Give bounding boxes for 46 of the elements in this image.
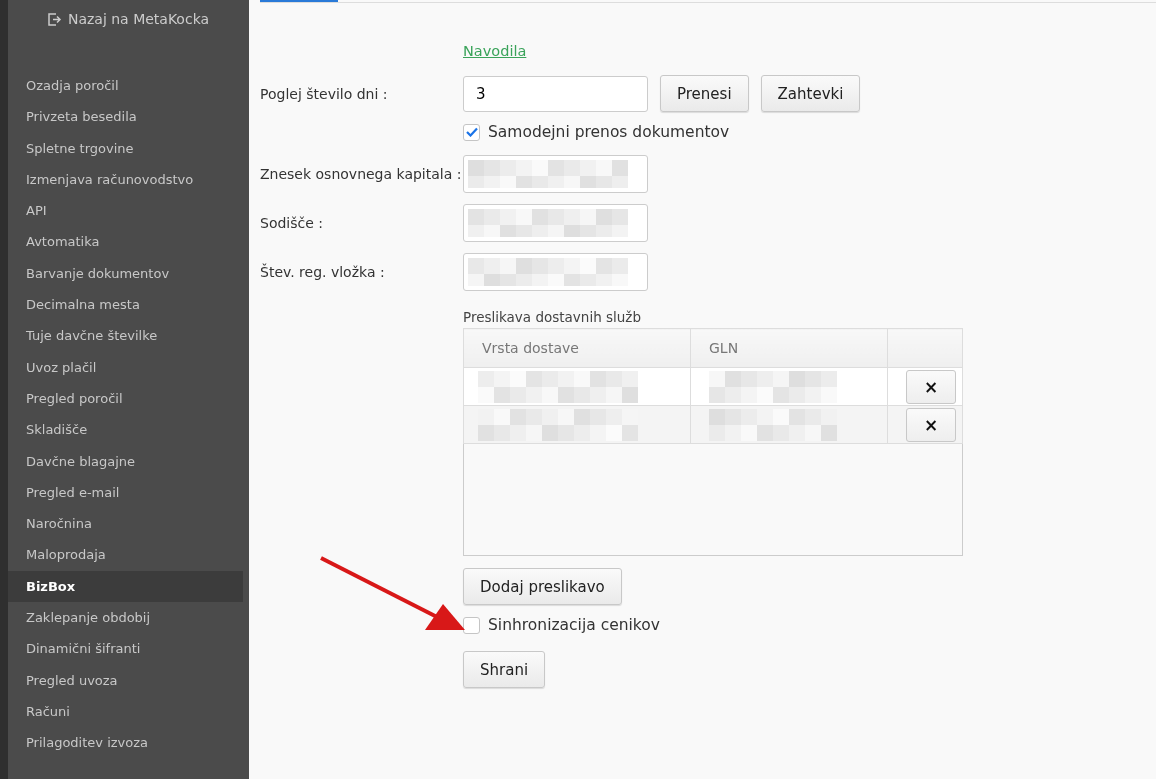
sidebar-item[interactable]: Pregled uvoza xyxy=(8,664,249,696)
checkbox-label: Sinhronizacija cenikov xyxy=(488,616,660,634)
sidebar-item[interactable]: Pregled e-mail xyxy=(8,476,249,509)
sidebar-item[interactable]: Maloprodaja xyxy=(8,539,249,571)
help-link[interactable]: Navodila xyxy=(463,43,527,59)
field-label: Štev. reg. vložka : xyxy=(260,264,386,280)
action-button[interactable]: Prenesi xyxy=(660,75,749,112)
text-field[interactable] xyxy=(463,253,648,291)
sidebar-item[interactable]: API xyxy=(8,195,249,227)
checkbox[interactable] xyxy=(463,123,480,141)
sidebar-item[interactable]: Privzeta besedila xyxy=(8,101,249,133)
sidebar-item[interactable]: Skladišče xyxy=(8,414,249,446)
exit-icon xyxy=(47,12,62,26)
sidebar-item[interactable]: Uvoz plačil xyxy=(8,351,249,383)
sidebar-item[interactable]: Ozadja poročil xyxy=(8,70,249,102)
sidebar-item[interactable]: BizBox xyxy=(8,570,243,603)
field-label: Sodišče : xyxy=(260,215,324,231)
sidebar-item[interactable]: Decimalna mesta xyxy=(8,289,249,321)
days-input[interactable]: 3 xyxy=(463,75,648,112)
checkbox[interactable] xyxy=(463,616,480,634)
back-link[interactable]: Nazaj na MetaKocka xyxy=(47,11,210,27)
sidebar-item[interactable]: Zaklepanje obdobij xyxy=(8,602,249,634)
sidebar-item[interactable]: Davčne blagajne xyxy=(8,445,249,477)
field-label: Poglej število dni : xyxy=(260,85,389,102)
text-field[interactable] xyxy=(463,155,648,193)
section-title: Preslikava dostavnih služb xyxy=(463,309,642,325)
text-field[interactable] xyxy=(463,204,648,242)
save-button[interactable]: Shrani xyxy=(463,651,546,688)
add-mapping-button[interactable]: Dodaj preslikavo xyxy=(463,568,622,605)
sidebar-item[interactable]: Računi xyxy=(8,695,249,728)
sidebar-item[interactable]: Prilagoditev izvoza xyxy=(8,727,249,759)
delete-button[interactable]: × xyxy=(906,369,956,404)
field-label: Znesek osnovnega kapitala : xyxy=(260,166,463,182)
sidebar-item[interactable]: Tuje davčne številke xyxy=(8,320,249,352)
action-button[interactable]: Zahtevki xyxy=(760,75,861,112)
checkbox-label: Samodejni prenos dokumentov xyxy=(488,123,730,141)
sidebar-item[interactable]: Avtomatika xyxy=(8,226,249,258)
sidebar-item[interactable]: Izmenjava računovodstvo xyxy=(8,163,249,196)
column-header: Vrsta dostave xyxy=(463,328,691,368)
sidebar-item[interactable]: Spletne trgovine xyxy=(8,132,249,164)
sidebar-item[interactable]: Dinamični šifranti xyxy=(8,633,249,665)
sidebar-item[interactable]: Pregled poročil xyxy=(8,382,249,415)
column-header: GLN xyxy=(690,328,888,368)
sidebar-item[interactable]: Naročnina xyxy=(8,508,249,540)
sidebar-item[interactable]: Barvanje dokumentov xyxy=(8,257,249,290)
delete-button[interactable]: × xyxy=(906,407,956,442)
